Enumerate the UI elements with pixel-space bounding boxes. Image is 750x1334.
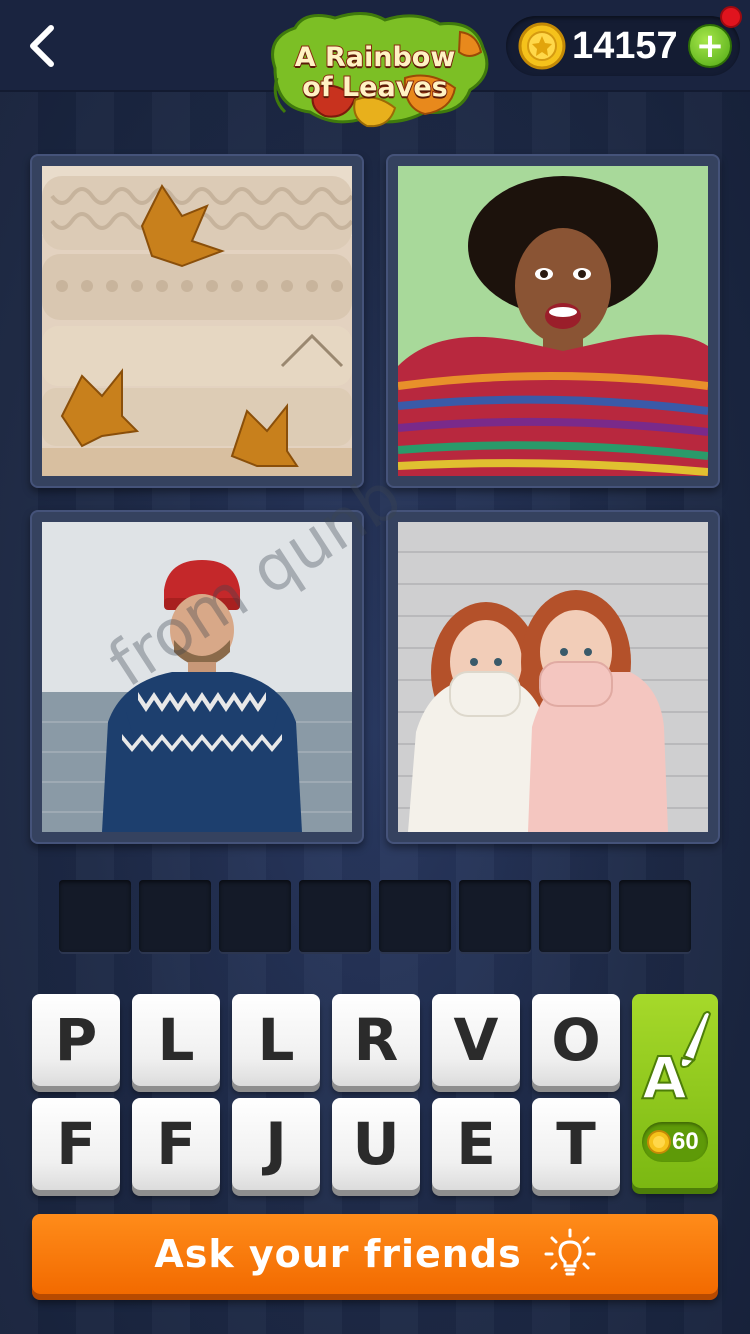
answer-slot[interactable] [379, 880, 451, 952]
answer-slot[interactable] [139, 880, 211, 952]
letter-tile[interactable]: U [332, 1098, 420, 1190]
level-logo: A Rainbow of Leaves [255, 8, 495, 130]
coin-balance: 14157 + [506, 16, 740, 76]
back-button[interactable] [18, 20, 66, 72]
answer-slot[interactable] [299, 880, 371, 952]
letter-tile[interactable]: V [432, 994, 520, 1086]
letter-tile[interactable]: E [432, 1098, 520, 1190]
letter-tile[interactable]: F [132, 1098, 220, 1190]
notification-dot [720, 6, 742, 28]
hint-cost: 60 [642, 1122, 708, 1162]
hint-cost-value: 60 [672, 1128, 699, 1155]
ask-friends-button[interactable]: Ask your friends [32, 1214, 718, 1294]
answer-slot[interactable] [219, 880, 291, 952]
answer-slots [59, 880, 691, 952]
picture-2[interactable] [386, 154, 720, 488]
answer-slot[interactable] [539, 880, 611, 952]
level-title-line1: A Rainbow [294, 41, 457, 74]
letter-brush-icon: A [641, 1011, 712, 1108]
answer-slot[interactable] [59, 880, 131, 952]
level-title-line2: of Leaves [301, 71, 448, 104]
letter-tile[interactable]: R [332, 994, 420, 1086]
chevron-left-icon [30, 25, 54, 67]
coin-icon [518, 22, 566, 70]
letter-tile[interactable]: L [232, 994, 320, 1086]
letter-tile[interactable]: T [532, 1098, 620, 1190]
letter-tile[interactable]: J [232, 1098, 320, 1190]
buy-coins-button[interactable]: + [688, 24, 732, 68]
answer-slot[interactable] [619, 880, 691, 952]
sweater-stack-image [42, 166, 352, 476]
lightbulb-icon [544, 1228, 596, 1276]
svg-text:A: A [642, 1044, 687, 1108]
coin-icon [647, 1130, 671, 1154]
letter-tiles: P L L R V O F F J U E T [32, 994, 622, 1190]
letter-tile[interactable]: L [132, 994, 220, 1086]
ask-friends-label: Ask your friends [154, 1232, 522, 1276]
reveal-letter-hint-button[interactable]: A 60 [632, 994, 718, 1188]
top-bar: A Rainbow of Leaves 14157 + [0, 0, 750, 128]
letter-tile[interactable]: F [32, 1098, 120, 1190]
girls-sweaters-image [398, 522, 708, 832]
letter-tile[interactable]: O [532, 994, 620, 1086]
letter-tile[interactable]: P [32, 994, 120, 1086]
picture-3[interactable] [30, 510, 364, 844]
picture-1[interactable] [30, 154, 364, 488]
answer-slot[interactable] [459, 880, 531, 952]
woman-selfie-image [398, 166, 708, 476]
man-nordic-sweater-image [42, 522, 352, 832]
picture-4[interactable] [386, 510, 720, 844]
coins-value: 14157 [572, 25, 678, 67]
